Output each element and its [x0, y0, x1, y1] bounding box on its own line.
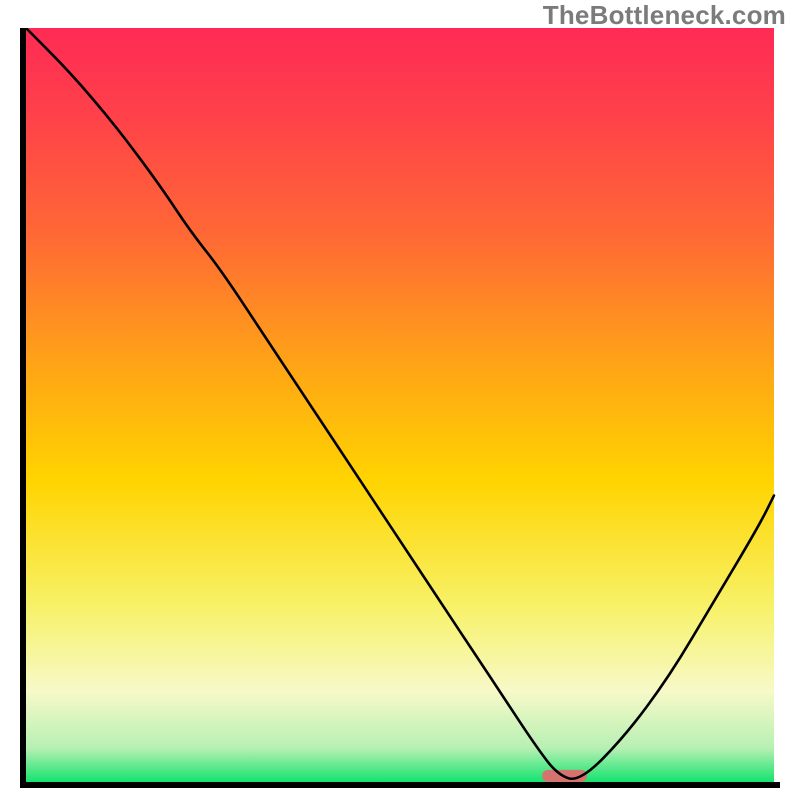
plot-background — [26, 28, 774, 782]
watermark-text: TheBottleneck.com — [543, 0, 786, 31]
chart-svg — [20, 28, 780, 788]
y-axis-bar — [20, 28, 26, 788]
x-axis-bar — [20, 782, 780, 788]
bottleneck-chart: TheBottleneck.com — [0, 0, 800, 800]
